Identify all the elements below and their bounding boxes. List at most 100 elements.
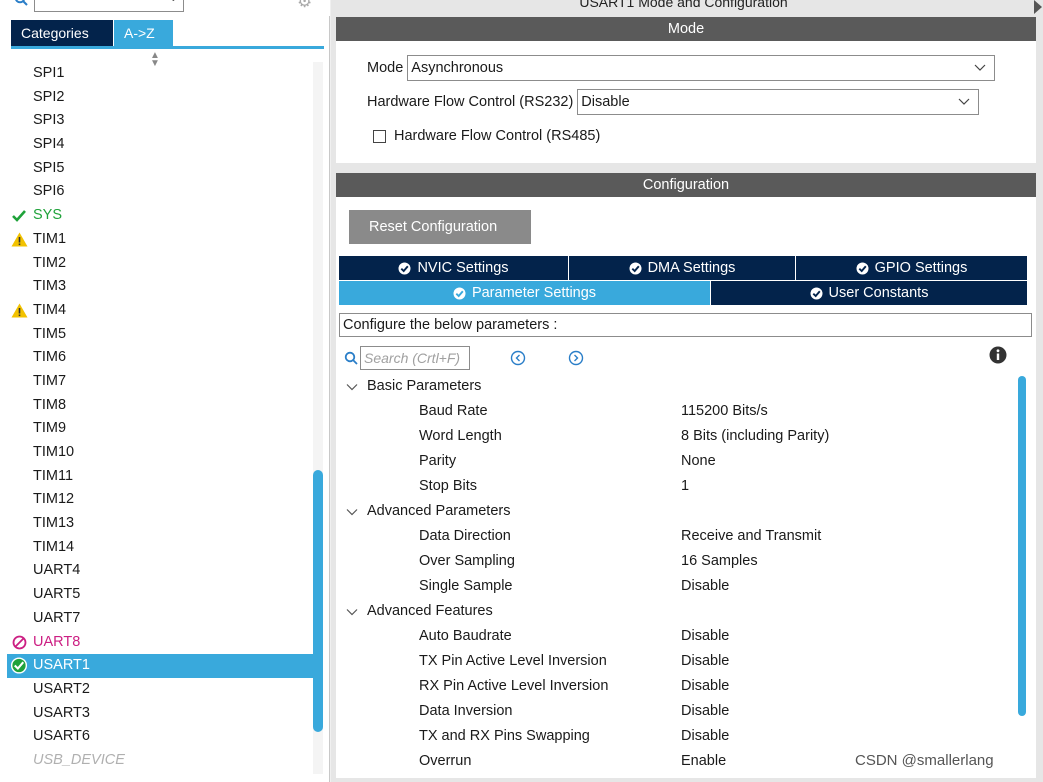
sidebar-item-spi6[interactable]: SPI6 — [7, 180, 313, 204]
parameter-value[interactable]: Disable — [681, 649, 729, 674]
sidebar-item-label: USART6 — [33, 728, 90, 745]
sidebar-item-spi3[interactable]: SPI3 — [7, 109, 313, 133]
sidebar-item-tim4[interactable]: TIM4 — [7, 299, 313, 323]
search-icon[interactable] — [344, 351, 358, 365]
parameter-group[interactable]: Advanced Features — [336, 599, 1016, 624]
parameter-row[interactable]: Data Inversion Disable — [336, 699, 1016, 724]
sidebar-item-uart5[interactable]: UART5 — [7, 583, 313, 607]
scrollbar-thumb[interactable] — [313, 470, 323, 732]
parameter-row[interactable]: TX Pin Active Level Inversion Disable — [336, 649, 1016, 674]
parameter-row[interactable]: TX and RX Pins Swapping Disable — [336, 724, 1016, 749]
parameter-value[interactable]: 16 Samples — [681, 549, 758, 574]
parameter-tree: Basic Parameters Baud Rate 115200 Bits/s Wo… — [336, 374, 1016, 774]
sidebar-item-tim12[interactable]: TIM12 — [7, 488, 313, 512]
parameter-value[interactable]: 8 Bits (including Parity) — [681, 424, 829, 449]
sidebar-item-spi5[interactable]: SPI5 — [7, 157, 313, 181]
parameter-value[interactable]: 1 — [681, 474, 689, 499]
tab-user-constants[interactable]: User Constants — [711, 281, 1028, 305]
sidebar-item-sys[interactable]: SYS — [7, 204, 313, 228]
sidebar-item-label: TIM1 — [33, 230, 67, 247]
sidebar-item-uart4[interactable]: UART4 — [7, 559, 313, 583]
sidebar-item-label: SPI1 — [33, 65, 65, 81]
chevron-down-icon[interactable] — [346, 606, 358, 618]
warning-icon — [10, 228, 28, 251]
warning-icon — [10, 299, 28, 322]
sidebar-item-tim13[interactable]: TIM13 — [7, 512, 313, 536]
peripheral-search-input[interactable]: ⌄ — [34, 0, 184, 12]
sidebar-item-tim8[interactable]: TIM8 — [7, 394, 313, 418]
parameter-value[interactable]: Disable — [681, 724, 729, 749]
parameter-value[interactable]: Disable — [681, 674, 729, 699]
sidebar-item-usart3[interactable]: USART3 — [7, 702, 313, 726]
parameter-value[interactable]: None — [681, 449, 716, 474]
chevron-right-icon[interactable] — [1034, 0, 1042, 14]
tab-parameter-settings[interactable]: Parameter Settings — [339, 281, 711, 305]
tab-gpio-settings[interactable]: GPIO Settings — [796, 256, 1028, 280]
reset-configuration-button[interactable]: Reset Configuration — [349, 210, 531, 244]
parameter-row[interactable]: Data Direction Receive and Transmit — [336, 524, 1016, 549]
sidebar-item-label: SPI5 — [33, 159, 65, 176]
scrollbar-thumb[interactable] — [1018, 376, 1026, 716]
hw-flow-rs232-select[interactable]: Disable — [577, 89, 980, 115]
parameter-row[interactable]: Auto Baudrate Disable — [336, 624, 1016, 649]
sidebar-item-usart6[interactable]: USART6 — [7, 725, 313, 749]
hw-flow-rs485-checkbox[interactable] — [373, 129, 386, 143]
gear-icon[interactable]: ⚙ — [297, 0, 315, 11]
tab-categories[interactable]: Categories — [11, 20, 113, 46]
sidebar-item-tim11[interactable]: TIM11 — [7, 465, 313, 489]
parameter-row[interactable]: Stop Bits 1 — [336, 474, 1016, 499]
sidebar-item-tim5[interactable]: TIM5 — [7, 323, 313, 347]
parameter-row[interactable]: Single Sample Disable — [336, 574, 1016, 599]
parameter-group[interactable]: Basic Parameters — [336, 374, 1016, 399]
parameter-row[interactable]: Baud Rate 115200 Bits/s — [336, 399, 1016, 424]
chevron-down-icon[interactable] — [346, 381, 358, 393]
sidebar-item-tim7[interactable]: TIM7 — [7, 370, 313, 394]
check-circle-icon — [10, 654, 28, 677]
parameter-value[interactable]: 115200 Bits/s — [681, 399, 768, 424]
sidebar-item-tim14[interactable]: TIM14 — [7, 536, 313, 560]
info-icon[interactable] — [989, 346, 1007, 364]
sidebar-item-spi2[interactable]: SPI2 — [7, 86, 313, 110]
previous-result-icon[interactable] — [510, 350, 526, 366]
sidebar-item-tim6[interactable]: TIM6 — [7, 346, 313, 370]
tab-dma-settings[interactable]: DMA Settings — [569, 256, 796, 280]
page-title: USART1 Mode and Configuration — [579, 0, 788, 10]
sidebar-item-label: SPI4 — [33, 136, 65, 153]
parameter-value[interactable]: Disable — [681, 624, 729, 649]
sidebar-item-usb-device[interactable]: USB_DEVICE — [7, 749, 313, 773]
parameter-search-input[interactable]: Search (Crtl+F) — [360, 346, 470, 370]
sidebar-item-label: TIM6 — [33, 349, 67, 366]
sidebar-item-tim1[interactable]: TIM1 — [7, 228, 313, 252]
sidebar-item-usart1[interactable]: USART1 — [7, 654, 313, 678]
parameter-name: Over Sampling — [419, 553, 515, 569]
sidebar-item-tim9[interactable]: TIM9 — [7, 417, 313, 441]
parameter-name: Data Inversion — [419, 703, 513, 719]
search-icon[interactable] — [14, 0, 28, 6]
sidebar-item-uart8[interactable]: UART8 — [7, 631, 313, 655]
parameter-value[interactable]: Disable — [681, 574, 729, 599]
watermark: CSDN @smallerlang — [855, 752, 994, 769]
parameter-row[interactable]: Parity None — [336, 449, 1016, 474]
sidebar-item-uart7[interactable]: UART7 — [7, 607, 313, 631]
parameter-name: Word Length — [419, 428, 502, 444]
sidebar-item-spi1[interactable]: SPI1 — [7, 62, 313, 86]
parameter-value[interactable]: Receive and Transmit — [681, 524, 821, 549]
sidebar-item-spi4[interactable]: SPI4 — [7, 133, 313, 157]
parameter-row[interactable]: RX Pin Active Level Inversion Disable — [336, 674, 1016, 699]
parameter-value[interactable]: Enable — [681, 749, 726, 774]
parameter-name: Overrun — [419, 753, 472, 769]
sidebar-item-usart2[interactable]: USART2 — [7, 678, 313, 702]
sidebar-item-tim2[interactable]: TIM2 — [7, 252, 313, 276]
chevron-down-icon[interactable] — [346, 506, 358, 518]
mode-select[interactable]: Asynchronous — [407, 55, 996, 81]
tab-nvic-settings[interactable]: NVIC Settings — [339, 256, 569, 280]
next-result-icon[interactable] — [568, 350, 584, 366]
parameter-group[interactable]: Advanced Parameters — [336, 499, 1016, 524]
parameter-row[interactable]: Over Sampling 16 Samples — [336, 549, 1016, 574]
sidebar-item-tim3[interactable]: TIM3 — [7, 275, 313, 299]
parameter-row[interactable]: Word Length 8 Bits (including Parity) — [336, 424, 1016, 449]
tab-a-to-z[interactable]: A->Z — [113, 20, 173, 46]
peripheral-list: SPI1 SPI2 SPI3 SPI4 SPI5 SPI6 SYS TIM1 TIM2 TIM3 T… — [7, 62, 313, 774]
sidebar-item-tim10[interactable]: TIM10 — [7, 441, 313, 465]
parameter-value[interactable]: Disable — [681, 699, 729, 724]
